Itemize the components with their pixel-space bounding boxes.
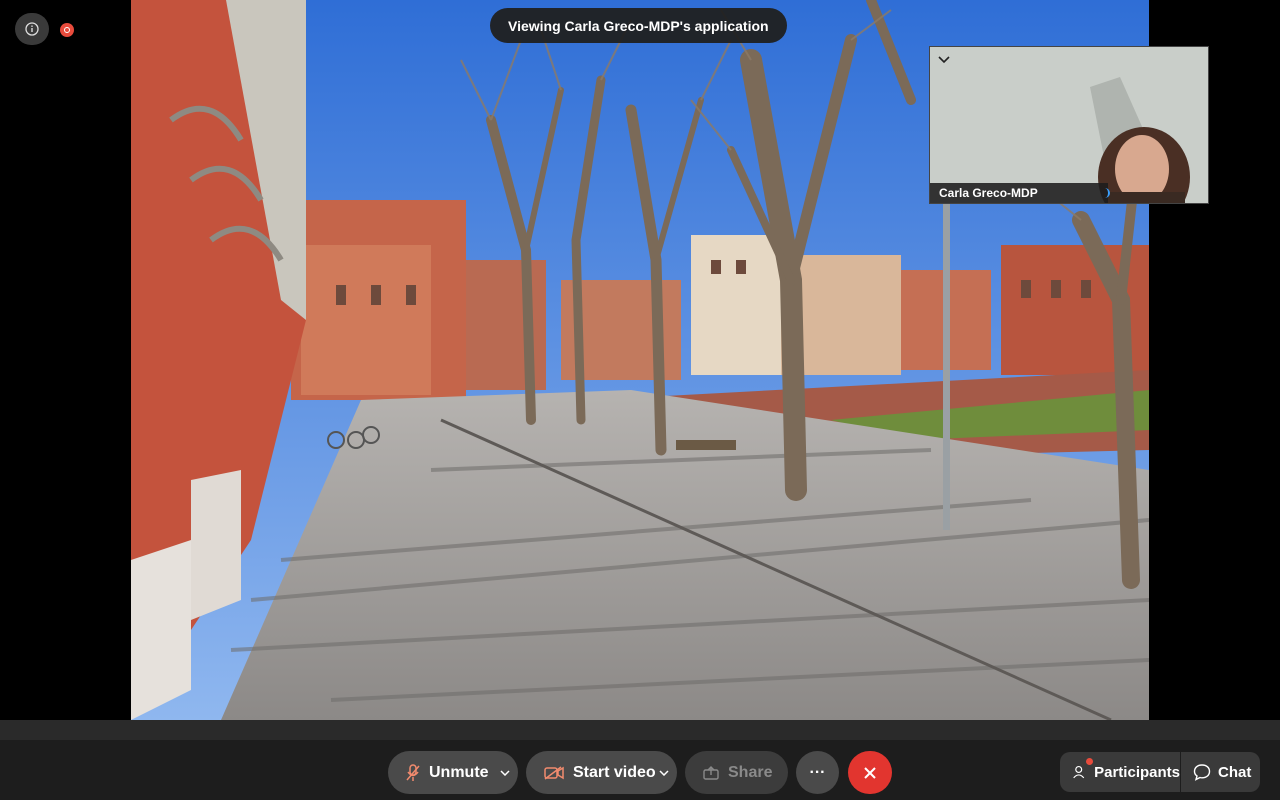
video-options-button[interactable] [651,751,677,794]
leave-meeting-button[interactable] [848,751,892,794]
share-label: Share [728,763,773,781]
unmute-label: Unmute [429,763,489,781]
mic-muted-icon [406,763,420,781]
unmute-button[interactable]: Unmute [388,751,518,794]
start-video-label: Start video [573,763,656,781]
chevron-down-icon [659,769,669,776]
chat-icon [1193,764,1211,781]
participants-button[interactable]: Participants [1060,752,1181,792]
audio-options-button[interactable] [492,751,518,794]
info-button[interactable] [15,13,49,45]
participant-video-tile[interactable]: Carla Greco-MDP [929,46,1209,204]
more-options-button[interactable]: ··· [796,751,839,794]
control-bar-divider [0,720,1280,740]
chevron-down-icon [500,769,510,776]
chat-button[interactable]: Chat [1181,752,1260,792]
panel-toggle-group: Participants Chat [1060,752,1260,792]
notification-dot [1086,758,1093,765]
meeting-window: Viewing Carla Greco-MDP's application Ca… [0,0,1280,800]
more-icon: ··· [809,763,826,781]
participant-name: Carla Greco-MDP [930,183,1108,203]
share-button[interactable]: Share [685,751,788,794]
info-icon [25,22,39,36]
sharing-banner: Viewing Carla Greco-MDP's application [490,8,787,43]
participants-label: Participants [1094,763,1180,781]
participants-icon [1073,765,1085,779]
collapse-button[interactable] [936,52,952,68]
chevron-down-icon [938,56,950,64]
record-icon[interactable] [60,23,74,37]
share-icon [703,765,719,780]
video-off-icon [544,765,564,780]
close-icon [864,766,876,779]
start-video-button[interactable]: Start video [526,751,677,794]
participant-video [930,47,1208,203]
chat-label: Chat [1218,763,1252,781]
